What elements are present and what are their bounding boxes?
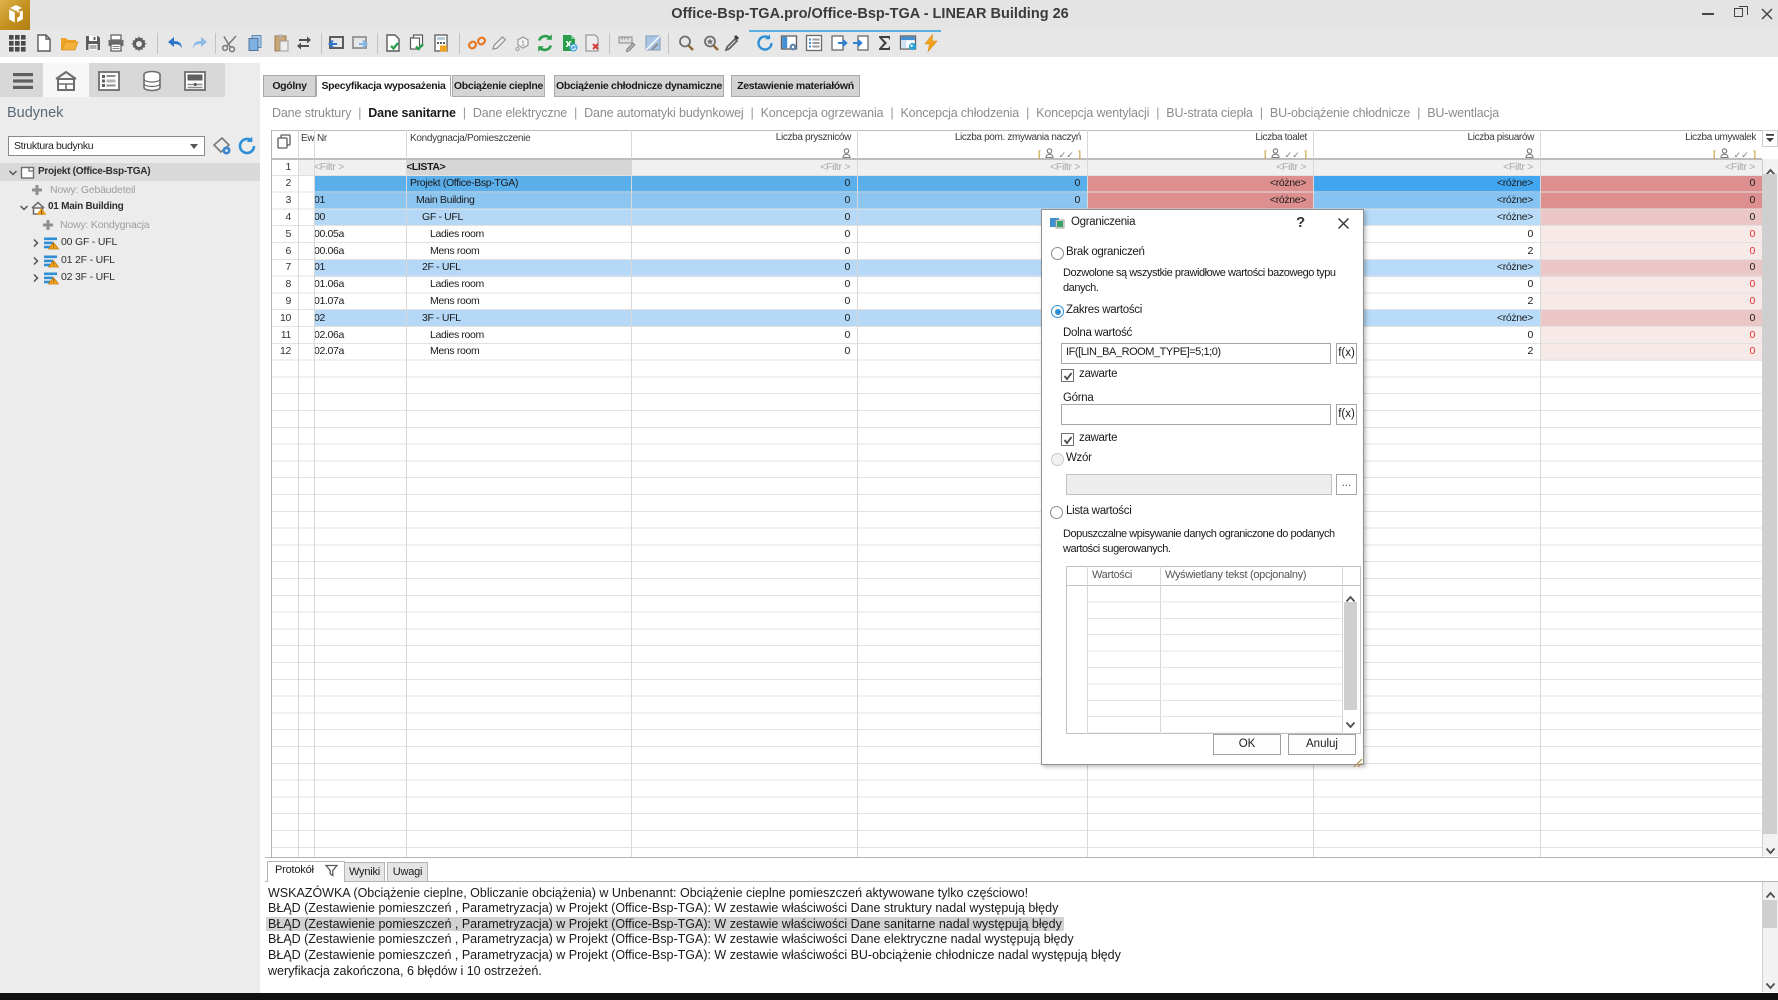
svg-text:1: 1 [521,41,525,48]
